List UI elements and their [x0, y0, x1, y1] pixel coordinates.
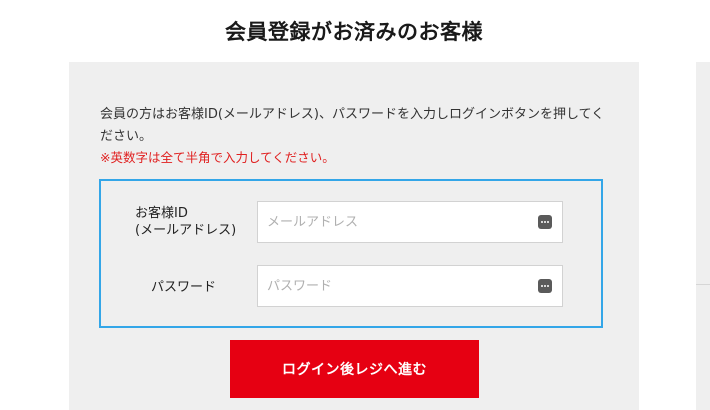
halfwidth-notice: ※英数字は全て半角で入力してください。 — [100, 150, 335, 165]
password-manager-key-icon[interactable] — [538, 279, 552, 293]
password-field[interactable] — [257, 265, 563, 307]
password-manager-key-icon[interactable] — [538, 215, 552, 229]
page-title: 会員登録がお済みのお客様 — [225, 20, 483, 44]
login-instruction: 会員の方はお客様ID(メールアドレス)、パスワードを入力しログインボタンを押して… — [100, 107, 605, 144]
adjacent-panel — [696, 62, 710, 410]
adjacent-panel-divider — [696, 284, 710, 285]
login-form: お客様ID (メールアドレス) パスワード — [99, 179, 603, 328]
customer-id-label-line2: (メールアドレス) — [135, 223, 237, 238]
login-panel: 会員の方はお客様ID(メールアドレス)、パスワードを入力しログインボタンを押して… — [69, 62, 639, 410]
password-label: パスワード — [151, 280, 217, 295]
customer-id-field[interactable] — [257, 201, 563, 243]
login-submit-button[interactable]: ログイン後レジへ進む — [230, 340, 479, 398]
customer-id-label: お客様ID (メールアドレス) — [135, 205, 236, 239]
customer-id-label-line1: お客様ID — [135, 206, 188, 221]
customer-id-input[interactable] — [258, 202, 537, 242]
password-input[interactable] — [258, 266, 537, 306]
